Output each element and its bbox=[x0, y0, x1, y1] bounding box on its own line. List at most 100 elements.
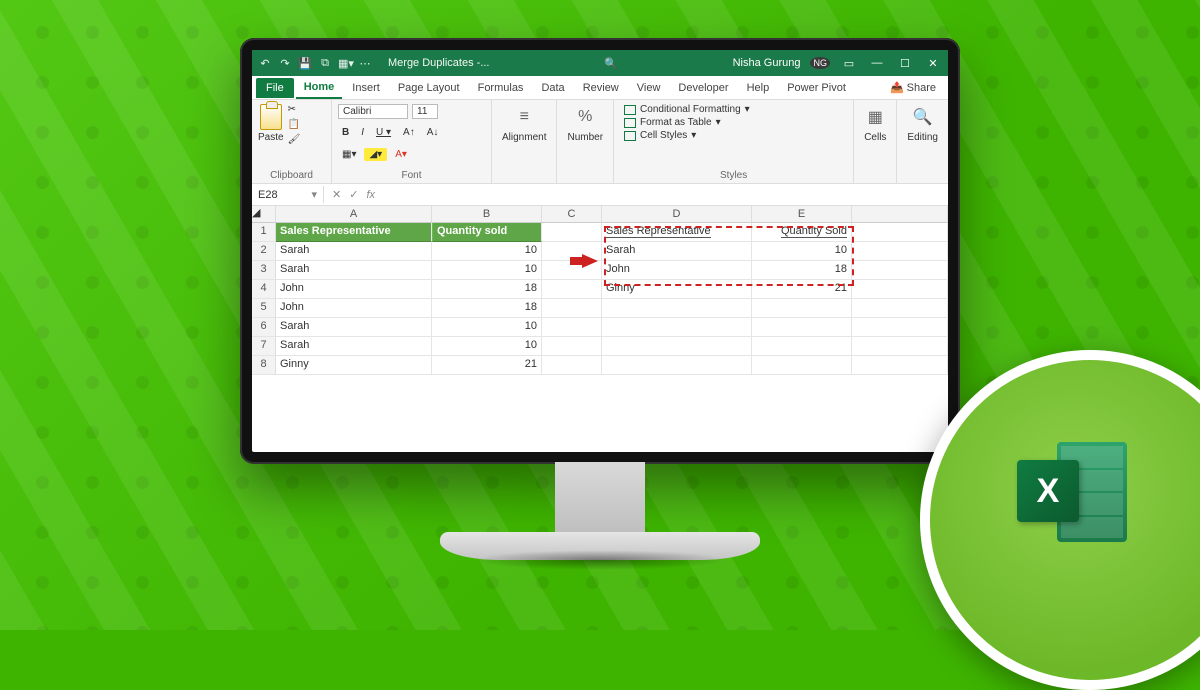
cell-e2[interactable]: 10 bbox=[752, 242, 852, 261]
col-header-e[interactable]: E bbox=[752, 206, 852, 223]
row-header[interactable]: 6 bbox=[252, 318, 276, 337]
row-header[interactable]: 5 bbox=[252, 299, 276, 318]
cancel-formula-icon[interactable]: ✕ bbox=[332, 188, 341, 201]
cell-b2[interactable]: 10 bbox=[432, 242, 542, 261]
alignment-button[interactable]: ≡ Alignment bbox=[498, 104, 550, 145]
cell-a7[interactable]: Sarah bbox=[276, 337, 432, 356]
cell-e6[interactable] bbox=[752, 318, 852, 337]
cell-f8[interactable] bbox=[852, 356, 948, 375]
tab-developer[interactable]: Developer bbox=[670, 78, 736, 98]
tab-power-pivot[interactable]: Power Pivot bbox=[779, 78, 854, 98]
cell-d7[interactable] bbox=[602, 337, 752, 356]
redo-icon[interactable]: ↷ bbox=[278, 57, 292, 70]
cell-b4[interactable]: 18 bbox=[432, 280, 542, 299]
cell-f7[interactable] bbox=[852, 337, 948, 356]
row-header[interactable]: 7 bbox=[252, 337, 276, 356]
ribbon-display-icon[interactable]: ▭ bbox=[840, 57, 858, 70]
format-as-table-button[interactable]: Format as Table ▾ bbox=[624, 117, 847, 128]
cell-f2[interactable] bbox=[852, 242, 948, 261]
qat-more-icon[interactable]: ⋯ bbox=[358, 57, 372, 70]
bold-button[interactable]: B bbox=[338, 125, 353, 140]
font-size-select[interactable]: 11 bbox=[412, 104, 438, 119]
cell-d6[interactable] bbox=[602, 318, 752, 337]
row-header[interactable]: 3 bbox=[252, 261, 276, 280]
cell-c6[interactable] bbox=[542, 318, 602, 337]
borders-icon[interactable]: ▦▾ bbox=[338, 147, 360, 162]
cell-a5[interactable]: John bbox=[276, 299, 432, 318]
cell-b8[interactable]: 21 bbox=[432, 356, 542, 375]
cell-c7[interactable] bbox=[542, 337, 602, 356]
cell-d4[interactable]: Ginny bbox=[602, 280, 752, 299]
user-avatar[interactable]: NG bbox=[810, 57, 830, 69]
cell-a8[interactable]: Ginny bbox=[276, 356, 432, 375]
cell-a2[interactable]: Sarah bbox=[276, 242, 432, 261]
spreadsheet-grid[interactable]: ◢ A B C D E 1 Sales Representative Quant… bbox=[252, 206, 948, 375]
cell-b1[interactable]: Quantity sold bbox=[432, 223, 542, 242]
cell-e8[interactable] bbox=[752, 356, 852, 375]
tab-page-layout[interactable]: Page Layout bbox=[390, 78, 468, 98]
cell-b7[interactable]: 10 bbox=[432, 337, 542, 356]
format-painter-icon[interactable]: 🖌 bbox=[288, 134, 301, 145]
cell-c4[interactable] bbox=[542, 280, 602, 299]
cell-f6[interactable] bbox=[852, 318, 948, 337]
col-header-blank[interactable] bbox=[852, 206, 948, 223]
cell-styles-button[interactable]: Cell Styles ▾ bbox=[624, 130, 847, 141]
row-header[interactable]: 4 bbox=[252, 280, 276, 299]
number-button[interactable]: % Number bbox=[563, 104, 607, 145]
cell-b6[interactable]: 10 bbox=[432, 318, 542, 337]
cell-a1[interactable]: Sales Representative bbox=[276, 223, 432, 242]
cell-d5[interactable] bbox=[602, 299, 752, 318]
col-header-d[interactable]: D bbox=[602, 206, 752, 223]
cell-c1[interactable] bbox=[542, 223, 602, 242]
share-button[interactable]: 📤Share bbox=[882, 77, 944, 98]
autosave-icon[interactable]: ⧉ bbox=[318, 57, 332, 70]
fx-icon[interactable]: fx bbox=[366, 189, 375, 201]
minimize-button[interactable]: — bbox=[868, 57, 886, 69]
undo-icon[interactable]: ↶ bbox=[258, 57, 272, 70]
maximize-button[interactable]: ☐ bbox=[896, 57, 914, 70]
cell-f5[interactable] bbox=[852, 299, 948, 318]
cell-b3[interactable]: 10 bbox=[432, 261, 542, 280]
underline-button[interactable]: U ▾ bbox=[372, 125, 395, 140]
col-header-b[interactable]: B bbox=[432, 206, 542, 223]
close-button[interactable]: ✕ bbox=[924, 57, 942, 70]
cell-e1[interactable]: Quantity Sold bbox=[752, 223, 852, 242]
cell-f3[interactable] bbox=[852, 261, 948, 280]
paste-button[interactable]: Paste bbox=[258, 104, 284, 145]
cell-c5[interactable] bbox=[542, 299, 602, 318]
cell-a4[interactable]: John bbox=[276, 280, 432, 299]
tab-help[interactable]: Help bbox=[739, 78, 778, 98]
italic-button[interactable]: I bbox=[357, 125, 368, 140]
tab-file[interactable]: File bbox=[256, 78, 294, 98]
cell-c8[interactable] bbox=[542, 356, 602, 375]
tab-review[interactable]: Review bbox=[575, 78, 627, 98]
increase-font-icon[interactable]: A↑ bbox=[399, 125, 419, 140]
save-icon[interactable]: 💾 bbox=[298, 57, 312, 70]
conditional-formatting-button[interactable]: Conditional Formatting ▾ bbox=[624, 104, 847, 115]
cells-button[interactable]: ▦ Cells bbox=[860, 104, 890, 145]
tab-insert[interactable]: Insert bbox=[344, 78, 388, 98]
font-color-icon[interactable]: A▾ bbox=[391, 147, 411, 162]
tab-formulas[interactable]: Formulas bbox=[470, 78, 532, 98]
cell-a6[interactable]: Sarah bbox=[276, 318, 432, 337]
cell-d3[interactable]: John bbox=[602, 261, 752, 280]
cell-e5[interactable] bbox=[752, 299, 852, 318]
row-header[interactable]: 1 bbox=[252, 223, 276, 242]
col-header-a[interactable]: A bbox=[276, 206, 432, 223]
cell-d2[interactable]: Sarah bbox=[602, 242, 752, 261]
search-icon[interactable]: 🔍 bbox=[604, 57, 618, 70]
touch-icon[interactable]: ▦▾ bbox=[338, 57, 352, 70]
cell-b5[interactable]: 18 bbox=[432, 299, 542, 318]
cell-f4[interactable] bbox=[852, 280, 948, 299]
fill-color-icon[interactable]: ◢▾ bbox=[364, 148, 387, 161]
tab-view[interactable]: View bbox=[629, 78, 669, 98]
copy-icon[interactable]: 📋 bbox=[288, 119, 301, 130]
cut-icon[interactable]: ✂ bbox=[288, 104, 301, 115]
font-name-select[interactable]: Calibri bbox=[338, 104, 408, 119]
cell-d8[interactable] bbox=[602, 356, 752, 375]
decrease-font-icon[interactable]: A↓ bbox=[423, 125, 443, 140]
cell-e3[interactable]: 18 bbox=[752, 261, 852, 280]
cell-f1[interactable] bbox=[852, 223, 948, 242]
cell-e4[interactable]: 21 bbox=[752, 280, 852, 299]
row-header[interactable]: 8 bbox=[252, 356, 276, 375]
